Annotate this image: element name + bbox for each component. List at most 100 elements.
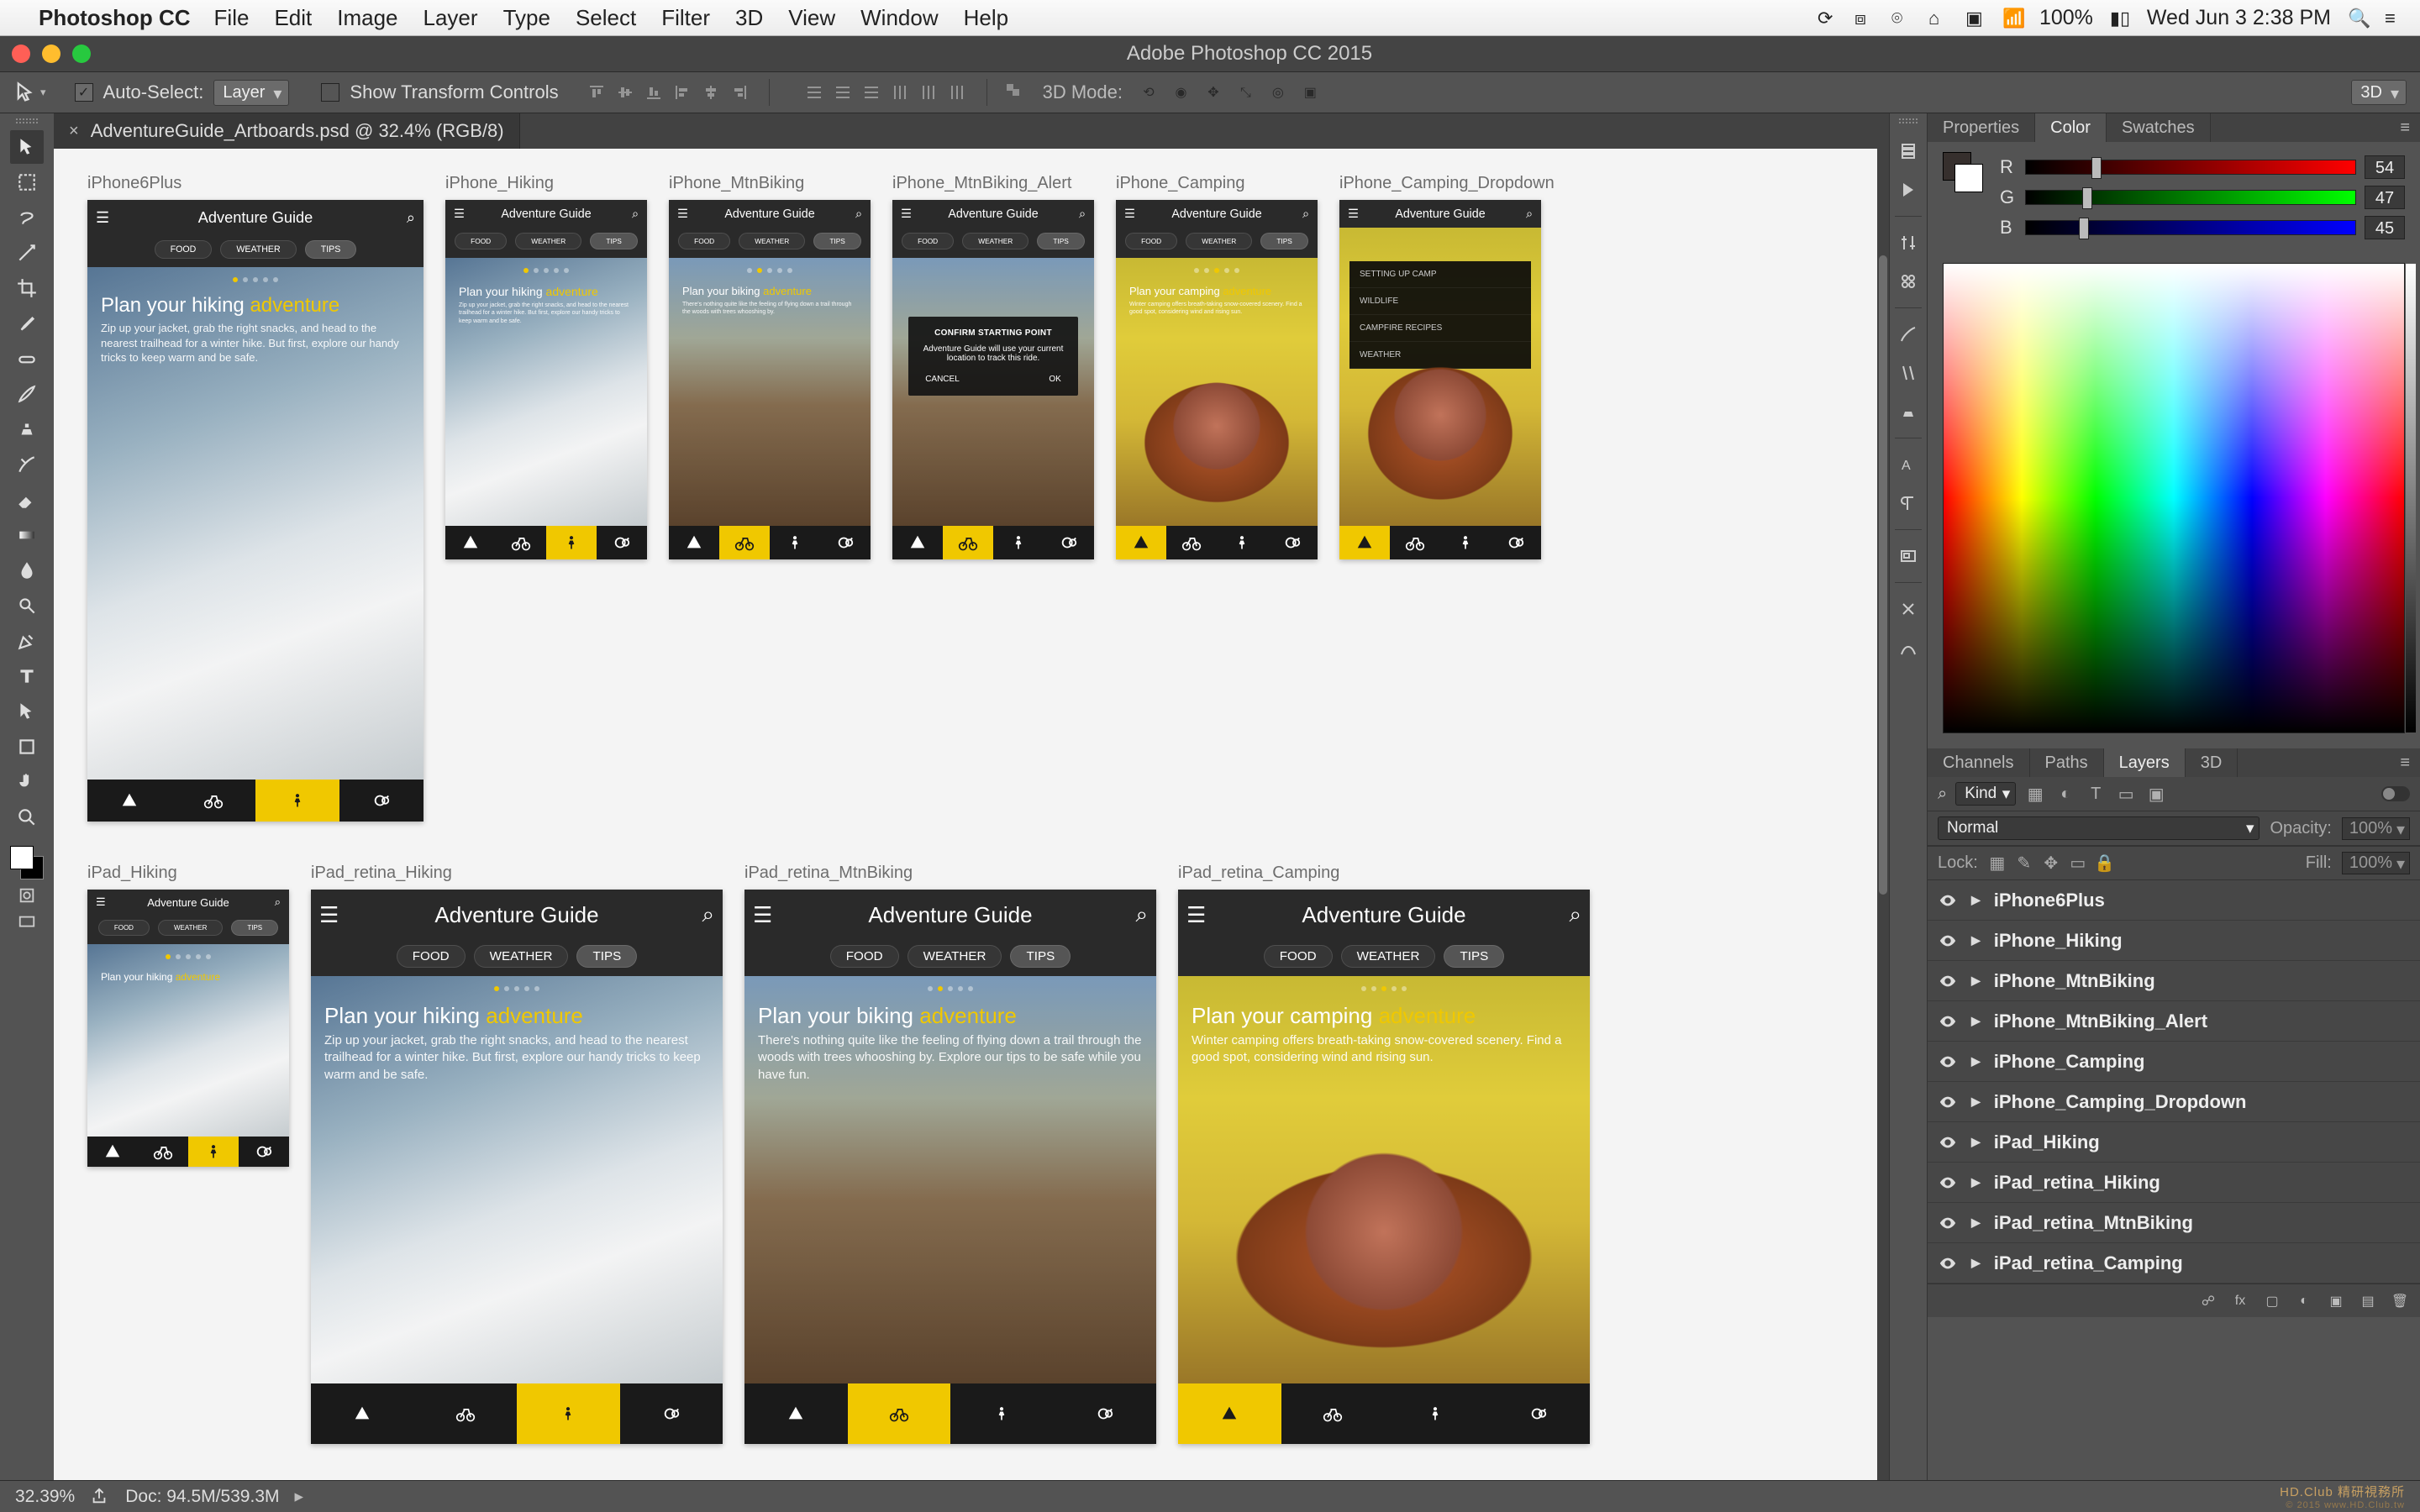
distribute-left-icon[interactable] xyxy=(887,80,913,105)
layer-disclosure-icon[interactable]: ▶ xyxy=(1971,1014,1981,1028)
align-left-icon[interactable] xyxy=(670,80,695,105)
menu-window[interactable]: Window xyxy=(860,5,938,31)
zoom-readout[interactable]: 32.39% xyxy=(15,1487,75,1507)
category-pill[interactable]: TIPS xyxy=(1260,233,1308,249)
hamburger-icon[interactable]: ☰ xyxy=(1186,902,1206,928)
alert-cancel-button[interactable]: CANCEL xyxy=(925,375,960,384)
threeD-zoom-icon[interactable]: ◎ xyxy=(1265,80,1291,105)
layer-item[interactable]: ▶iPhone_Hiking xyxy=(1928,921,2420,961)
menu-type[interactable]: Type xyxy=(503,5,550,31)
menubar-cc-icon[interactable]: ⌾ xyxy=(1891,8,1912,28)
panel-icon-tool-presets[interactable] xyxy=(1894,595,1923,623)
color-spectrum[interactable] xyxy=(1943,263,2405,733)
tab-swatches[interactable]: Swatches xyxy=(2107,113,2211,142)
brush-tool[interactable] xyxy=(10,377,44,411)
category-pill[interactable]: FOOD xyxy=(98,920,150,936)
dropdown-item[interactable]: SETTING UP CAMP xyxy=(1349,261,1531,288)
menubar-home-icon[interactable]: ⌂ xyxy=(1928,8,1949,28)
link-layers-icon[interactable]: ☍ xyxy=(2198,1291,2218,1311)
artboard-label[interactable]: iPhone_Hiking xyxy=(445,174,647,193)
artboard[interactable]: ☰Adventure Guide⌕FOODWEATHERTIPSPlan you… xyxy=(1116,200,1318,559)
category-pill[interactable]: FOOD xyxy=(830,945,899,968)
align-hcenter-icon[interactable] xyxy=(698,80,723,105)
filter-shape-icon[interactable]: ▭ xyxy=(2115,783,2137,805)
nav-item[interactable] xyxy=(1116,526,1166,559)
category-pill[interactable]: TIPS xyxy=(231,920,278,936)
artboard[interactable]: ☰Adventure Guide⌕FOODWEATHERTIPSPlan you… xyxy=(445,200,647,559)
layer-visibility-icon[interactable] xyxy=(1938,890,1958,911)
layer-visibility-icon[interactable] xyxy=(1938,1213,1958,1233)
filter-kind-dropdown[interactable]: Kind xyxy=(1955,782,2016,806)
hamburger-icon[interactable]: ☰ xyxy=(454,207,465,221)
layer-disclosure-icon[interactable]: ▶ xyxy=(1971,1095,1981,1109)
auto-select-dropdown[interactable]: Layer xyxy=(213,80,289,106)
filter-pixel-icon[interactable]: ▦ xyxy=(2024,783,2046,805)
screen-mode-tool[interactable] xyxy=(12,910,42,935)
nav-item[interactable] xyxy=(1390,526,1440,559)
hamburger-icon[interactable]: ☰ xyxy=(96,895,106,909)
menubar-clock[interactable]: Wed Jun 3 2:38 PM xyxy=(2147,6,2331,30)
tab-color[interactable]: Color xyxy=(2035,113,2107,142)
menubar-dropbox-icon[interactable]: ⧈ xyxy=(1854,8,1875,28)
search-icon[interactable]: ⌕ xyxy=(1302,207,1309,221)
nav-item[interactable] xyxy=(1487,1383,1591,1444)
layer-item[interactable]: ▶iPad_retina_Camping xyxy=(1928,1243,2420,1284)
show-transform-checkbox[interactable] xyxy=(321,83,339,102)
nav-item[interactable] xyxy=(1178,1383,1281,1444)
nav-item[interactable] xyxy=(1440,526,1491,559)
hamburger-icon[interactable]: ☰ xyxy=(1124,207,1135,221)
search-icon[interactable]: ⌕ xyxy=(855,207,862,221)
nav-item[interactable] xyxy=(719,526,770,559)
filter-adjust-icon[interactable]: ◐ xyxy=(2054,783,2076,805)
delete-layer-icon[interactable]: 🗑 xyxy=(2390,1291,2410,1311)
lock-all-icon[interactable]: 🔒 xyxy=(2096,854,2114,873)
search-icon[interactable]: ⌕ xyxy=(1569,901,1581,928)
distribute-hcenter-icon[interactable] xyxy=(916,80,941,105)
category-pill[interactable]: FOOD xyxy=(902,233,954,249)
new-group-icon[interactable]: ▣ xyxy=(2326,1291,2346,1311)
hamburger-icon[interactable]: ☰ xyxy=(677,207,688,221)
menu-edit[interactable]: Edit xyxy=(274,5,312,31)
category-pill[interactable]: TIPS xyxy=(1010,945,1071,968)
layer-disclosure-icon[interactable]: ▶ xyxy=(1971,893,1981,907)
nav-item[interactable] xyxy=(770,526,820,559)
lock-artboard-icon[interactable]: ▭ xyxy=(2069,854,2087,873)
color-ramp-strip[interactable] xyxy=(2406,264,2416,732)
workspace-dropdown[interactable]: 3D xyxy=(2351,80,2407,105)
hamburger-icon[interactable]: ☰ xyxy=(1348,207,1359,221)
nav-item[interactable] xyxy=(517,1383,620,1444)
category-pill[interactable]: WEATHER xyxy=(474,945,569,968)
layer-style-icon[interactable]: fx xyxy=(2230,1291,2250,1311)
fill-input[interactable]: 100% xyxy=(2342,852,2410,874)
search-icon[interactable]: ⌕ xyxy=(275,895,281,909)
category-pill[interactable]: TIPS xyxy=(813,233,861,249)
category-pill[interactable]: WEATHER xyxy=(1186,233,1252,249)
app-name[interactable]: Photoshop CC xyxy=(39,5,191,31)
artboard[interactable]: ☰Adventure Guide⌕FOODWEATHERTIPSCONFIRM … xyxy=(892,200,1094,559)
tab-paths[interactable]: Paths xyxy=(2030,748,2104,777)
foreground-background-swatch[interactable] xyxy=(8,844,45,881)
canvas-scrollbar[interactable] xyxy=(1877,149,1889,1480)
opacity-input[interactable]: 100% xyxy=(2342,817,2410,840)
category-pill[interactable]: TIPS xyxy=(305,240,357,259)
menubar-spotlight-icon[interactable]: 🔍 xyxy=(2348,8,2368,28)
menubar-notifications-icon[interactable]: ≡ xyxy=(2385,8,2405,28)
panel-icon-info[interactable] xyxy=(1894,633,1923,662)
artboard[interactable]: ☰Adventure Guide⌕FOODWEATHERTIPSPlan you… xyxy=(744,890,1156,1444)
layer-disclosure-icon[interactable]: ▶ xyxy=(1971,1215,1981,1230)
artboard-label[interactable]: iPhone6Plus xyxy=(87,174,424,193)
artboard-label[interactable]: iPad_retina_MtnBiking xyxy=(744,864,1156,883)
type-tool[interactable] xyxy=(10,659,44,693)
menu-filter[interactable]: Filter xyxy=(661,5,710,31)
move-tool[interactable] xyxy=(10,130,44,164)
tab-3d[interactable]: 3D xyxy=(2186,748,2238,777)
menu-image[interactable]: Image xyxy=(337,5,397,31)
close-tab-icon[interactable]: × xyxy=(69,122,79,141)
dropdown-item[interactable]: WILDLIFE xyxy=(1349,288,1531,315)
threeD-pan-icon[interactable]: ✥ xyxy=(1201,80,1226,105)
category-pill[interactable]: WEATHER xyxy=(908,945,1002,968)
tab-channels[interactable]: Channels xyxy=(1928,748,2030,777)
menu-file[interactable]: File xyxy=(214,5,250,31)
align-right-icon[interactable] xyxy=(727,80,752,105)
crop-tool[interactable] xyxy=(10,271,44,305)
